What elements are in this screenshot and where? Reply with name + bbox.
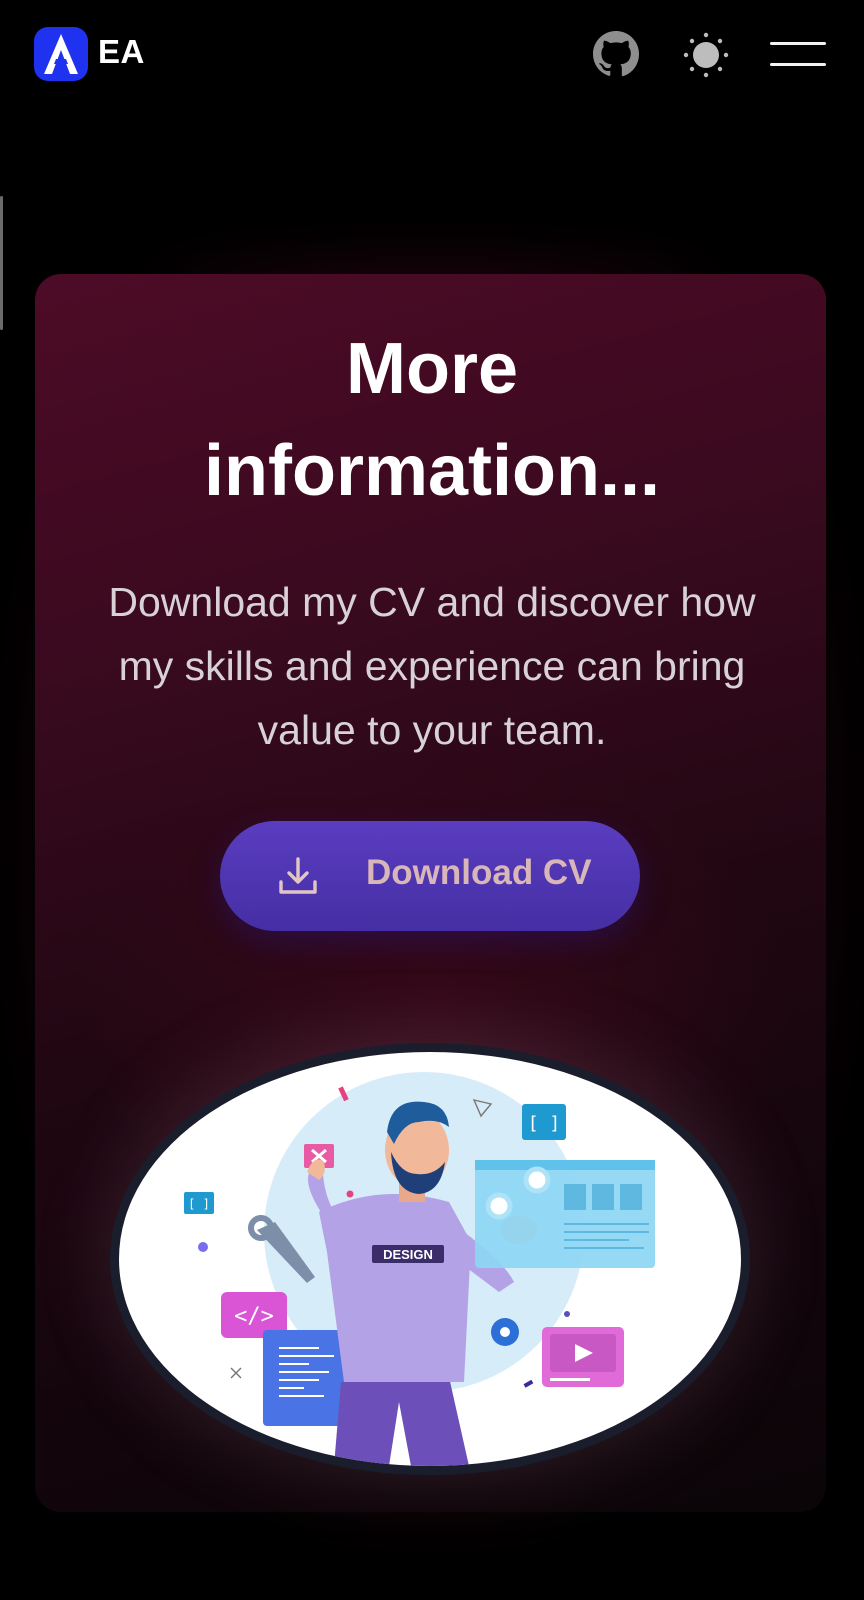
designer-man-illustration: [ ] [ ] </> DESIGN (184, 1072, 655, 1466)
download-icon (279, 857, 317, 894)
description-line: Download my CV and discover how (108, 579, 756, 625)
shirt-text: DESIGN (383, 1247, 433, 1262)
page: EA More information... Download my CV an… (0, 0, 864, 1600)
card-description: Download my CV and discover how my skill… (60, 570, 804, 762)
description-line: my skills and experience can bring (118, 643, 746, 689)
title-line: More (345, 329, 519, 409)
menu-line (770, 42, 826, 45)
brand-name[interactable]: EA (98, 33, 145, 71)
download-cv-button[interactable]: Download CV (220, 821, 640, 931)
developer-illustration: [ ] [ ] </> DESIGN (119, 1052, 741, 1466)
scrollbar[interactable] (0, 196, 3, 330)
logo-a-icon (44, 34, 78, 74)
menu-line (770, 63, 826, 66)
description-line: value to your team. (257, 707, 607, 753)
svg-text:[ ]: [ ] (528, 1113, 561, 1134)
title-line: information... (204, 431, 660, 511)
logo[interactable] (34, 27, 88, 81)
top-bar: EA (0, 0, 864, 110)
svg-text:[ ]: [ ] (188, 1197, 210, 1211)
card-title: More information... (0, 318, 864, 522)
sun-icon[interactable] (682, 31, 730, 79)
github-icon[interactable] (592, 30, 640, 78)
svg-text:</>: </> (234, 1304, 274, 1329)
hamburger-menu-icon[interactable] (770, 40, 826, 68)
download-cv-label: Download CV (366, 853, 592, 892)
